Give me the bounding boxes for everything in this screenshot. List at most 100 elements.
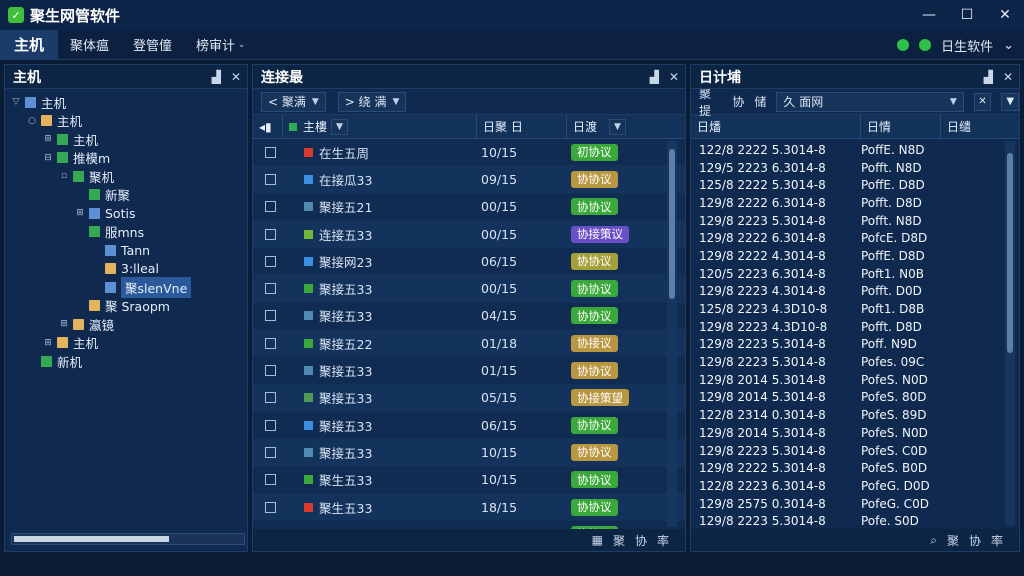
- log-row[interactable]: 129/8 2223 4.3014-8 Pofft. D0D: [691, 283, 1019, 301]
- panel-close-icon[interactable]: ✕: [231, 70, 241, 84]
- tree-node[interactable]: ⊞ Sotis: [5, 204, 247, 223]
- row-checkbox[interactable]: [265, 419, 276, 431]
- tree-toggle-icon[interactable]: ⊟: [43, 153, 53, 163]
- footer-label-2[interactable]: 协: [635, 532, 647, 549]
- connection-row[interactable]: 聚接五22 01/18 协接议: [253, 330, 685, 358]
- row-checkbox[interactable]: [265, 310, 276, 322]
- scrollbar-thumb[interactable]: [669, 149, 675, 299]
- minimize-icon[interactable]: —: [910, 0, 948, 30]
- log-row[interactable]: 129/8 2223 5.3014-8 Pofe. S0D: [691, 512, 1019, 530]
- vertical-scrollbar[interactable]: [667, 141, 677, 527]
- connection-row[interactable]: 聚接五33 04/15 协协议: [253, 302, 685, 331]
- log-search-input[interactable]: 久 面网 ▼: [776, 91, 964, 112]
- connection-row[interactable]: 连接五33 00/15 协接策议: [253, 220, 685, 249]
- footer-label-3[interactable]: 率: [991, 532, 1003, 549]
- tree-toggle-icon[interactable]: ⊞: [43, 134, 53, 144]
- row-checkbox[interactable]: [265, 146, 276, 158]
- column-header-host[interactable]: 主樓 ▼: [283, 114, 477, 139]
- pin-icon[interactable]: ▟: [650, 70, 659, 84]
- log-toolbar-label-1[interactable]: 聚提: [699, 85, 722, 119]
- filter-dropdown-2[interactable]: > 绕 满 ▼: [337, 91, 407, 112]
- row-checkbox[interactable]: [265, 201, 276, 213]
- connection-row[interactable]: 聚生五33 10/15 协协议: [253, 466, 685, 494]
- footer-label-1[interactable]: 聚: [613, 532, 625, 549]
- tree-node[interactable]: Tann: [5, 241, 247, 260]
- log-row[interactable]: 129/8 2223 5.3014-8 Poff. N9D: [691, 336, 1019, 354]
- row-checkbox[interactable]: [265, 365, 276, 377]
- select-all-icon[interactable]: ◂▮: [253, 114, 283, 139]
- column-filter-button[interactable]: ▼: [331, 118, 348, 135]
- tree-node[interactable]: 3:lleal: [5, 260, 247, 279]
- tree-toggle-icon[interactable]: ⊞: [59, 319, 69, 329]
- expand-icon[interactable]: ▼: [1001, 92, 1019, 111]
- row-checkbox[interactable]: [265, 501, 276, 513]
- dropdown-arrow-icon[interactable]: ⌄: [1003, 38, 1014, 53]
- tree-toggle-icon[interactable]: ⊞: [43, 338, 53, 348]
- tree-node[interactable]: 聚 Sraopm: [5, 297, 247, 316]
- row-checkbox[interactable]: [265, 337, 276, 349]
- pin-icon[interactable]: ▟: [984, 70, 993, 84]
- row-checkbox[interactable]: [265, 283, 276, 295]
- log-row[interactable]: 129/8 2014 5.3014-8 PofeS. N0D: [691, 371, 1019, 389]
- log-row[interactable]: 129/8 2223 5.3014-8 Pofft. N8D: [691, 212, 1019, 230]
- log-row[interactable]: 129/8 2222 4.3014-8 PoffE. D8D: [691, 247, 1019, 265]
- tree-toggle-icon[interactable]: ▫: [59, 171, 69, 181]
- row-checkbox[interactable]: [265, 474, 276, 486]
- row-checkbox[interactable]: [265, 228, 276, 240]
- connection-row[interactable]: 聚接五33 06/15 协协议: [253, 411, 685, 440]
- tree-toggle-icon[interactable]: ⊞: [75, 208, 85, 218]
- status-filter-button[interactable]: ▼: [609, 118, 626, 135]
- log-row[interactable]: 129/8 2014 5.3014-8 PofeS. 80D: [691, 389, 1019, 407]
- connection-row[interactable]: 聚接五33 10/15 协协议: [253, 439, 685, 467]
- log-row[interactable]: 129/8 2222 5.3014-8 PofeS. B0D: [691, 459, 1019, 477]
- menu-host[interactable]: 主机: [0, 29, 59, 60]
- tree-node[interactable]: ▽ 主机: [5, 93, 247, 112]
- tree-node[interactable]: ○ 主机: [5, 112, 247, 131]
- log-vertical-scrollbar[interactable]: [1005, 141, 1015, 525]
- column-header-status[interactable]: 日渡 ▼: [567, 115, 663, 139]
- menu-item-3[interactable]: 登管僮: [121, 30, 184, 60]
- row-checkbox[interactable]: [265, 255, 276, 267]
- log-row[interactable]: 120/5 2223 6.3014-8 Poft1. N0B: [691, 265, 1019, 283]
- connection-row[interactable]: 聚接网23 06/15 协协议: [253, 248, 685, 276]
- panel-close-icon[interactable]: ✕: [669, 70, 679, 84]
- tree-toggle-icon[interactable]: ▽: [11, 97, 21, 107]
- footer-label-3[interactable]: 率: [657, 532, 669, 549]
- horizontal-scrollbar[interactable]: [11, 533, 245, 545]
- connection-row[interactable]: 聚生五33 18/15 协协议: [253, 493, 685, 522]
- log-row[interactable]: 129/8 2223 4.3D10-8 Pofft. D8D: [691, 318, 1019, 336]
- log-column-detail[interactable]: 日缱: [941, 115, 1007, 139]
- row-checkbox[interactable]: [265, 173, 276, 185]
- scrollbar-thumb[interactable]: [14, 536, 169, 542]
- log-row[interactable]: 129/8 2223 5.3014-8 PofeS. C0D: [691, 442, 1019, 460]
- log-row[interactable]: 129/5 2223 6.3014-8 Pofft. N8D: [691, 159, 1019, 177]
- connection-row[interactable]: 在接瓜33 09/15 协协议: [253, 166, 685, 194]
- menu-item-2[interactable]: 聚体瘟: [58, 30, 121, 60]
- log-row[interactable]: 125/8 2223 4.3D10-8 Poft1. D8B: [691, 300, 1019, 318]
- status-label[interactable]: 日生软件: [941, 36, 993, 55]
- column-header-date[interactable]: 日聚 日: [477, 114, 567, 139]
- panel-close-icon[interactable]: ✕: [1003, 70, 1013, 84]
- tree-toggle-icon[interactable]: ○: [27, 116, 37, 126]
- tree-node[interactable]: 新机: [5, 352, 247, 371]
- row-checkbox[interactable]: [265, 392, 276, 404]
- pin-icon[interactable]: ▟: [212, 70, 221, 84]
- search-icon[interactable]: ⌕: [930, 533, 937, 548]
- log-row[interactable]: 129/8 2575 0.3014-8 PofeG. C0D: [691, 495, 1019, 513]
- scrollbar-thumb[interactable]: [1007, 153, 1013, 353]
- footer-label-2[interactable]: 协: [969, 532, 981, 549]
- tree-node[interactable]: 新聚: [5, 186, 247, 205]
- connection-row[interactable]: 聚接五33 01/15 协协议: [253, 357, 685, 385]
- connection-row[interactable]: 在生五周 10/15 初协议: [253, 139, 685, 167]
- log-row[interactable]: 122/8 2223 6.3014-8 PofeG. D0D: [691, 477, 1019, 495]
- connection-row[interactable]: 聚接五21 00/15 协协议: [253, 193, 685, 221]
- log-toolbar-label-3[interactable]: 储: [754, 93, 766, 110]
- log-row[interactable]: 122/8 2222 5.3014-8 PoffE. N8D: [691, 141, 1019, 159]
- log-row[interactable]: 129/8 2223 5.3014-8 Pofes. 09C: [691, 353, 1019, 371]
- filter-dropdown-1[interactable]: < 聚满 ▼: [261, 91, 326, 112]
- tree-node[interactable]: ⊟ 推模m: [5, 149, 247, 168]
- tree-node[interactable]: 服mns: [5, 223, 247, 242]
- log-toolbar-label-2[interactable]: 协: [732, 93, 744, 110]
- footer-icon[interactable]: ▦: [592, 533, 603, 547]
- log-row[interactable]: 129/8 2014 5.3014-8 PofeS. N0D: [691, 424, 1019, 442]
